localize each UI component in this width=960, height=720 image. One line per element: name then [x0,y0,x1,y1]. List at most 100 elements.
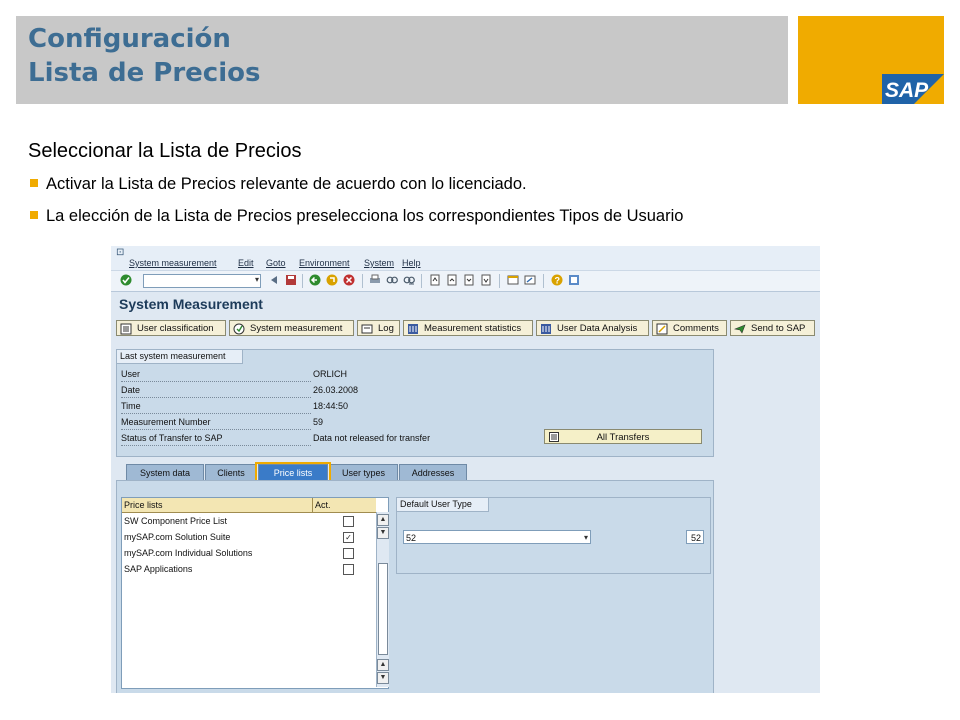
user-classification-label: User classification [137,323,214,334]
field-label-time: Time [121,400,311,414]
toolbar-separator [543,274,544,288]
log-icon [361,324,373,334]
dropdown-arrow-icon[interactable]: ▾ [584,531,588,545]
scroll-down-icon[interactable]: ▼ [377,672,389,684]
tab-system-data[interactable]: System data [126,464,204,480]
row-active-checkbox[interactable] [343,564,354,575]
menu-goto[interactable]: Goto [266,258,286,268]
row-active-checkbox[interactable]: ✓ [343,532,354,543]
comments-button[interactable]: Comments [652,320,727,336]
table-row[interactable]: mySAP.com Individual Solutions [122,545,376,561]
send-to-sap-button[interactable]: Send to SAP [730,320,815,336]
menu-help[interactable]: Help [402,258,421,268]
row-active-checkbox[interactable] [343,516,354,527]
menu-edit[interactable]: Edit [238,258,254,268]
toolbar-separator [421,274,422,288]
create-session-icon[interactable] [507,274,519,286]
bullet-text: Activar la Lista de Precios relevante de… [46,175,527,193]
command-field[interactable]: ▾ [143,274,261,288]
field-value-time: 18:44:50 [313,401,349,411]
table-row[interactable]: SAP Applications [122,561,376,577]
field-label-transfer-status: Status of Transfer to SAP [121,432,311,446]
save-icon[interactable] [285,274,297,286]
sap-gui-window: ⊡ System measurement Edit Goto Environme… [111,246,820,693]
bullet-square-icon [30,178,38,187]
sap-logo: SAP [882,74,944,104]
price-lists-table: Price lists Act. SW Component Price List… [121,497,389,689]
sap-logo-block: SAP [798,16,944,104]
list-icon [120,323,132,335]
dropdown-arrow-icon[interactable]: ▾ [255,275,259,284]
system-measurement-label: System measurement [250,323,343,334]
scroll-up-icon[interactable]: ▲ [377,514,389,526]
all-transfers-button[interactable]: All Transfers [544,429,702,444]
field-label-date: Date [121,384,311,398]
table-row[interactable]: SW Component Price List [122,513,376,529]
shortcut-icon[interactable] [524,274,536,286]
user-data-analysis-button[interactable]: User Data Analysis [536,320,649,336]
comments-icon [656,323,668,335]
menu-system[interactable]: System [364,258,394,268]
tab-clients[interactable]: Clients [205,464,257,480]
user-classification-button[interactable]: User classification [116,320,226,336]
tab-user-types[interactable]: User types [329,464,398,480]
menu-system-measurement[interactable]: System measurement [129,258,217,268]
field-label-measurement-number: Measurement Number [121,416,311,430]
field-value-user: ORLICH [313,369,348,379]
row-name: SW Component Price List [124,516,228,526]
enter-check-icon[interactable] [120,274,132,286]
title-line-2: Lista de Precios [28,58,261,88]
column-header-act[interactable]: Act. [312,498,331,512]
scroll-up-icon[interactable]: ▲ [377,659,389,671]
previous-page-icon[interactable] [446,274,458,286]
comments-label: Comments [673,323,719,334]
find-next-icon[interactable] [403,274,415,286]
tab-addresses[interactable]: Addresses [399,464,467,480]
first-page-icon[interactable] [429,274,441,286]
print-icon[interactable] [369,274,381,286]
column-header-price-lists[interactable]: Price lists [124,498,163,512]
last-page-icon[interactable] [480,274,492,286]
toolbar-separator [302,274,303,288]
bullet-item: Activar la Lista de Precios relevante de… [30,175,527,194]
svg-text:?: ? [555,276,561,286]
send-icon [734,324,746,334]
scroll-down-icon[interactable]: ▼ [377,527,389,539]
price-lists-tab-body: Price lists Act. SW Component Price List… [116,480,714,693]
system-menu-icon[interactable]: ⊡ [116,247,124,258]
group-title: Default User Type [397,498,489,512]
bullet-item: La elección de la Lista de Precios prese… [30,207,683,226]
exit-icon[interactable] [326,274,338,286]
cancel-icon[interactable] [343,274,355,286]
row-active-checkbox[interactable] [343,548,354,559]
default-user-type-input[interactable]: 52 ▾ [403,530,591,544]
menu-bar: ⊡ System measurement Edit Goto Environme… [111,246,820,271]
row-name: mySAP.com Individual Solutions [124,548,253,558]
log-button[interactable]: Log [357,320,400,336]
user-data-analysis-label: User Data Analysis [557,323,638,334]
slide-subtitle: Seleccionar la Lista de Precios [28,140,302,162]
back-icon[interactable] [309,274,321,286]
find-icon[interactable] [386,274,398,286]
next-page-icon[interactable] [463,274,475,286]
statistics-icon [408,324,418,334]
help-icon[interactable]: ? [551,274,563,286]
toolbar-separator [362,274,363,288]
menu-environment[interactable]: Environment [299,258,350,268]
back-arrow-icon[interactable] [269,274,281,286]
measurement-statistics-button[interactable]: Measurement statistics [403,320,533,336]
vertical-scrollbar[interactable]: ▲ ▼ ▲ ▼ [376,512,389,687]
system-measurement-button[interactable]: System measurement [229,320,354,336]
scroll-thumb[interactable] [378,563,388,655]
row-name: mySAP.com Solution Suite [124,532,231,542]
field-value-date: 26.03.2008 [313,385,359,395]
all-transfers-label: All Transfers [596,432,650,443]
standard-toolbar: ▾ ? [111,271,820,292]
layout-menu-icon[interactable] [568,274,580,286]
table-row[interactable]: mySAP.com Solution Suite ✓ [122,529,376,545]
send-to-sap-label: Send to SAP [751,323,806,334]
field-value-transfer-status: Data not released for transfer [313,433,431,443]
field-value-measurement-number: 59 [313,417,324,427]
sap-logo-text: SAP [885,79,929,102]
title-bar: Configuración Lista de Precios [16,16,788,104]
